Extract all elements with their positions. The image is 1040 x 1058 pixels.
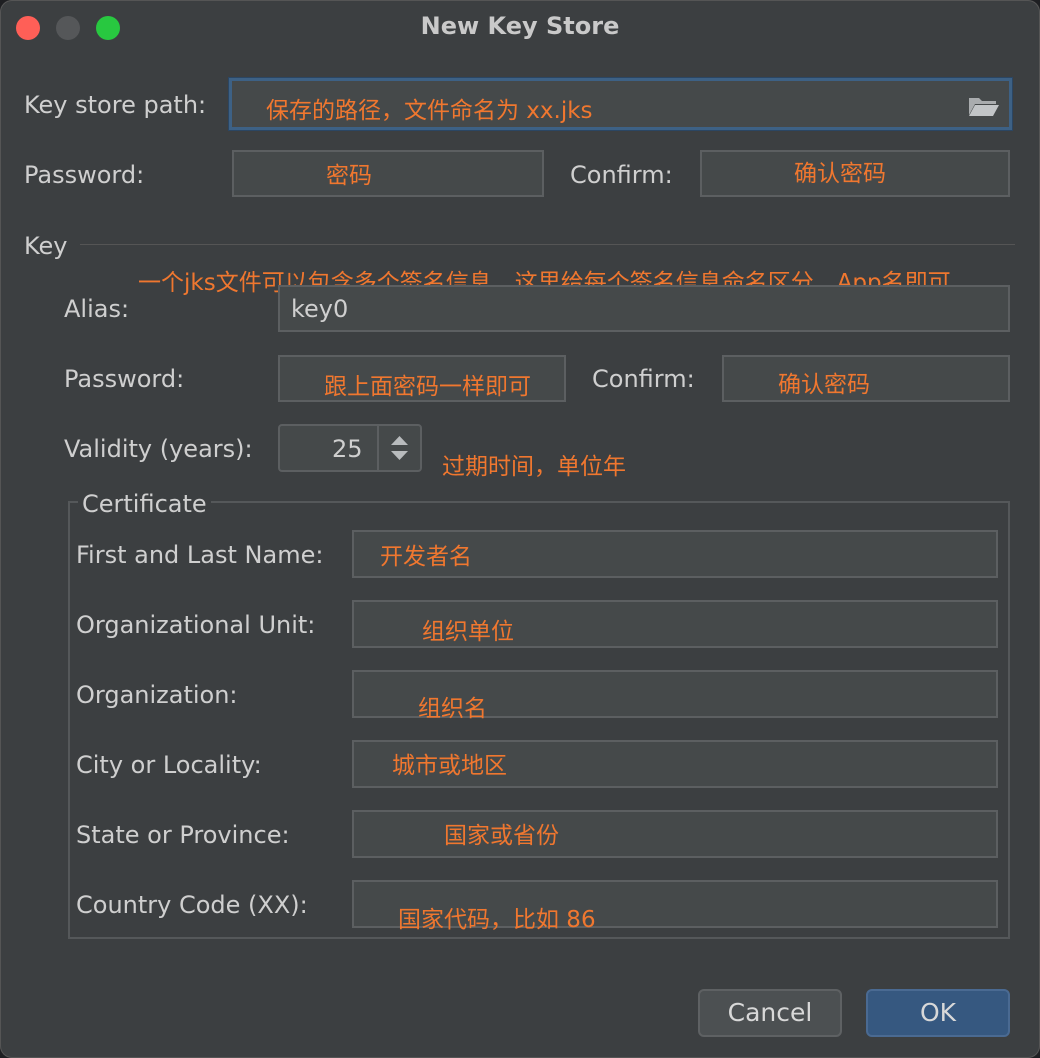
dialog-title: New Key Store (420, 12, 620, 40)
ok-button[interactable]: OK (866, 989, 1010, 1037)
title-bar: New Key Store (0, 0, 1040, 54)
country-code-input[interactable]: 国家代码，比如 86 (352, 880, 998, 933)
first-last-name-label: First and Last Name: (76, 541, 324, 569)
key-password-note: 跟上面密码一样即可 (324, 374, 531, 400)
organization-label: Organization: (76, 681, 238, 709)
folder-icon[interactable] (968, 95, 1000, 117)
key-password-label: Password: (64, 365, 185, 393)
alias-label: Alias: (64, 295, 130, 323)
organization-input[interactable]: 组织名 (352, 670, 998, 722)
keystore-password-note: 密码 (326, 163, 372, 189)
key-confirm-note: 确认密码 (778, 372, 870, 398)
validity-label: Validity (years): (64, 435, 253, 463)
spinner-arrows[interactable] (377, 426, 420, 470)
country-code-note: 国家代码，比如 86 (398, 907, 596, 933)
keystore-confirm-note: 确认密码 (794, 161, 886, 187)
city-note: 城市或地区 (392, 753, 507, 779)
first-last-name-note: 开发者名 (380, 544, 472, 570)
organization-note: 组织名 (418, 696, 487, 722)
validity-value: 25 (332, 435, 363, 463)
keystore-confirm-input[interactable]: 确认密码 (700, 150, 1010, 197)
key-store-path-label: Key store path: (24, 91, 207, 119)
keystore-password-input[interactable]: 密码 (232, 150, 544, 197)
keystore-confirm-label: Confirm: (570, 161, 673, 189)
key-password-input[interactable]: 跟上面密码一样即可 (278, 355, 566, 402)
org-unit-label: Organizational Unit: (76, 611, 316, 639)
first-last-name-input[interactable]: 开发者名 (352, 530, 998, 578)
certificate-legend: Certificate (78, 490, 211, 518)
key-section-divider (80, 244, 1015, 245)
country-code-label: Country Code (XX): (76, 891, 308, 919)
key-section-label: Key (24, 232, 68, 260)
org-unit-input[interactable]: 组织单位 (352, 600, 998, 648)
key-confirm-label: Confirm: (592, 365, 695, 393)
up-down-arrows-icon[interactable] (379, 426, 420, 470)
key-confirm-input[interactable]: 确认密码 (722, 355, 1010, 402)
validity-note: 过期时间，单位年 (442, 454, 626, 480)
cancel-button[interactable]: Cancel (698, 989, 842, 1037)
city-input[interactable]: 城市或地区 (352, 740, 998, 788)
alias-input[interactable]: key0 (278, 285, 1010, 332)
key-store-dialog: New Key Store Key store path: 保存的路径，文件命名… (0, 0, 1040, 1058)
city-label: City or Locality: (76, 751, 262, 779)
org-unit-note: 组织单位 (422, 619, 514, 645)
key-store-path-note: 保存的路径，文件命名为 xx.jks (266, 98, 593, 124)
state-note: 国家或省份 (444, 823, 559, 849)
keystore-password-label: Password: (24, 161, 145, 189)
key-store-path-input[interactable]: 保存的路径，文件命名为 xx.jks (229, 78, 1012, 130)
state-input[interactable]: 国家或省份 (352, 810, 998, 858)
state-label: State or Province: (76, 821, 290, 849)
alias-value: key0 (291, 295, 349, 323)
